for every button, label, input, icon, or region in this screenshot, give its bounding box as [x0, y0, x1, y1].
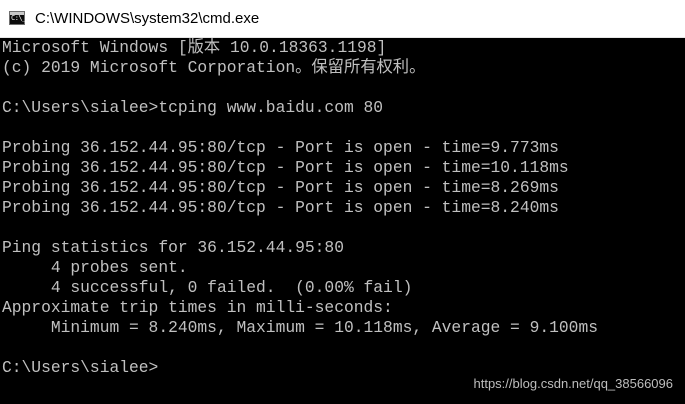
console-line: Approximate trip times in milli-seconds:: [2, 298, 393, 317]
cmd-window: C:\_ C:\WINDOWS\system32\cmd.exe Microso…: [0, 0, 685, 404]
console-line: C:\Users\sialee>tcping www.baidu.com 80: [2, 98, 384, 117]
console-line: Ping statistics for 36.152.44.95:80: [2, 238, 344, 257]
console-output[interactable]: Microsoft Windows [版本 10.0.18363.1198] (…: [2, 38, 683, 404]
window-title: C:\WINDOWS\system32\cmd.exe: [35, 10, 260, 27]
console-prompt-line[interactable]: C:\Users\sialee>: [2, 358, 683, 378]
console-line: Probing 36.152.44.95:80/tcp - Port is op…: [2, 158, 569, 177]
console-line: Probing 36.152.44.95:80/tcp - Port is op…: [2, 198, 559, 217]
console-line: Probing 36.152.44.95:80/tcp - Port is op…: [2, 138, 559, 157]
watermark-text: https://blog.csdn.net/qq_38566096: [473, 376, 674, 391]
console-line: (c) 2019 Microsoft Corporation。保留所有权利。: [2, 58, 426, 77]
console-line: Minimum = 8.240ms, Maximum = 10.118ms, A…: [2, 318, 598, 337]
icon-prompt-glyph: C:\_: [11, 14, 26, 22]
console-line: Microsoft Windows [版本 10.0.18363.1198]: [2, 38, 387, 57]
console-line: 4 probes sent.: [2, 258, 188, 277]
console-line: 4 successful, 0 failed. (0.00% fail): [2, 278, 413, 297]
console-line: Probing 36.152.44.95:80/tcp - Port is op…: [2, 178, 559, 197]
title-bar[interactable]: C:\_ C:\WINDOWS\system32\cmd.exe: [0, 0, 685, 38]
cmd-console-icon[interactable]: C:\_: [9, 11, 26, 25]
